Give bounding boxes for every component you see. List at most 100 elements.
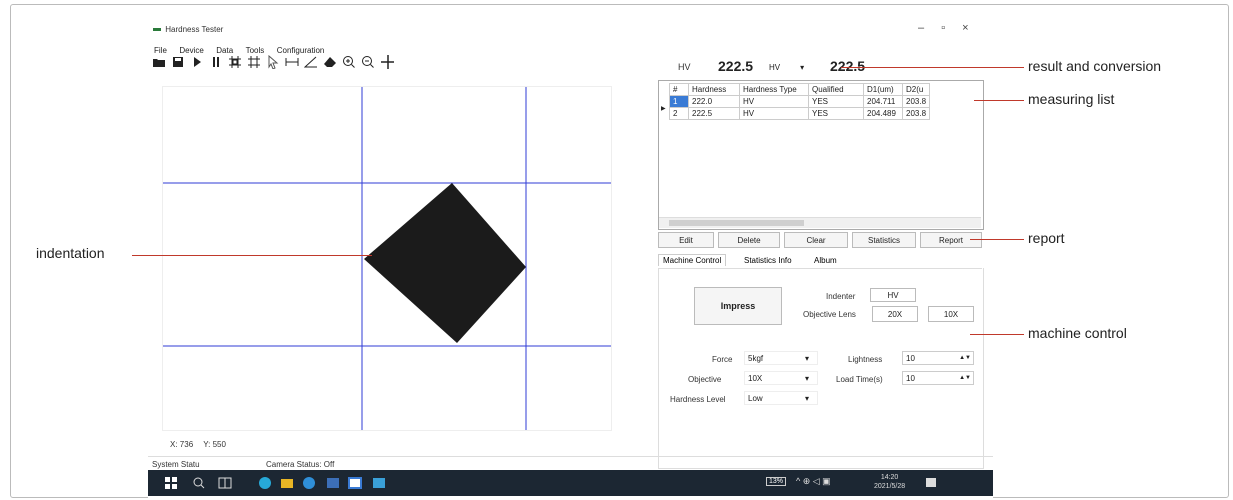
conversion-unit-select[interactable]: HV ▾ (766, 59, 816, 75)
taskbar: 13% ^ ⊕ ◁ ▣ 14:20 2021/5/28 (148, 470, 993, 496)
windows-start-icon[interactable] (164, 476, 178, 490)
indentation-image (163, 87, 611, 430)
scrollbar-thumb[interactable] (669, 220, 804, 226)
menu-configuration[interactable]: Configuration (277, 46, 325, 55)
delete-button[interactable]: Delete (718, 232, 780, 248)
tray-icons[interactable]: ^ ⊕ ◁ ▣ (796, 476, 831, 487)
close-button[interactable]: × (962, 22, 968, 34)
table-cell[interactable]: YES (808, 107, 864, 120)
play-icon[interactable] (190, 55, 204, 69)
crosshair-icon[interactable] (228, 55, 242, 69)
table-cell[interactable]: 1 (669, 95, 689, 108)
impress-button[interactable]: Impress (694, 287, 782, 325)
menu-file[interactable]: File (154, 46, 167, 55)
hardness-level-select[interactable]: Low ▾ (744, 391, 818, 405)
measure-line-icon[interactable] (285, 55, 299, 69)
clock[interactable]: 14:20 2021/5/28 (874, 473, 905, 491)
window-title: Hardness Tester (153, 25, 223, 34)
menu-tools[interactable]: Tools (246, 46, 265, 55)
table-cell[interactable]: HV (739, 107, 809, 120)
objective-lens-label: Objective Lens (803, 310, 856, 319)
spinner-arrows-icon[interactable]: ▲▼ (959, 355, 971, 361)
column-header[interactable]: # (669, 83, 689, 96)
battery-indicator[interactable]: 13% (766, 477, 787, 486)
table-cell[interactable]: HV (739, 95, 809, 108)
hardness-tester-taskbar-icon[interactable] (348, 476, 362, 490)
chevron-down-icon: ▾ (800, 62, 805, 72)
task-view-icon[interactable] (218, 476, 232, 490)
lens-20x-button[interactable]: 20X (872, 306, 918, 322)
callout-line-machine (970, 334, 1024, 335)
tab-statistics-info[interactable]: Statistics Info (744, 256, 792, 265)
column-header[interactable]: D2(u (901, 83, 931, 96)
objective-select[interactable]: 10X ▾ (744, 371, 818, 385)
column-header[interactable]: D1(um) (863, 83, 903, 96)
menu-device[interactable]: Device (179, 46, 203, 55)
table-cell[interactable]: YES (808, 95, 864, 108)
force-label: Force (712, 355, 733, 364)
edit-button[interactable]: Edit (658, 232, 714, 248)
load-time-spinner[interactable]: 10 ▲▼ (902, 371, 974, 385)
spinner-arrows-icon[interactable]: ▲▼ (959, 375, 971, 381)
callout-line-indentation (132, 255, 372, 256)
column-header[interactable]: Hardness (688, 83, 740, 96)
table-cell[interactable]: 203.8 (901, 107, 931, 120)
grid-icon[interactable] (247, 55, 261, 69)
table-cell[interactable]: 204.711 (863, 95, 903, 108)
angle-icon[interactable] (304, 55, 318, 69)
table-header-row: # Hardness Hardness Type Qualified D1(um… (669, 83, 931, 96)
image-viewport[interactable] (162, 86, 612, 431)
tab-machine-control[interactable]: Machine Control (658, 254, 727, 266)
indenter-label: Indenter (826, 292, 856, 301)
zoom-in-icon[interactable] (342, 55, 356, 69)
horizontal-scrollbar[interactable] (659, 217, 981, 228)
app-window-icon[interactable] (326, 476, 340, 490)
app-blue-icon[interactable] (302, 476, 316, 490)
y-value: 550 (212, 440, 226, 449)
app-logo-icon (153, 28, 161, 32)
indenter-value[interactable]: HV (870, 288, 916, 302)
plus-icon[interactable] (380, 55, 394, 69)
notification-icon[interactable] (924, 476, 938, 490)
save-icon[interactable] (171, 55, 185, 69)
chevron-down-icon: ▾ (804, 373, 809, 383)
objective-label: Objective (688, 375, 722, 384)
lightness-spinner[interactable]: 10 ▲▼ (902, 351, 974, 365)
callout-line-report (970, 239, 1024, 240)
measuring-list[interactable]: # Hardness Hardness Type Qualified D1(um… (658, 80, 984, 230)
table-cell[interactable]: 203.8 (901, 95, 931, 108)
column-header[interactable]: Qualified (808, 83, 864, 96)
zoom-out-icon[interactable] (361, 55, 375, 69)
file-explorer-icon[interactable] (280, 476, 294, 490)
maximize-button[interactable]: ▫ (941, 22, 945, 34)
statistics-button[interactable]: Statistics (852, 232, 916, 248)
table-cell[interactable]: 222.0 (688, 95, 740, 108)
table-row[interactable]: 1 222.0 HV YES 204.711 203.8 (669, 95, 931, 108)
table-cell[interactable]: 222.5 (688, 107, 740, 120)
chevron-down-icon: ▾ (804, 353, 809, 363)
cursor-icon[interactable] (266, 55, 280, 69)
result-value: 222.5 (718, 58, 754, 74)
app-photo-icon[interactable] (372, 476, 386, 490)
minimize-button[interactable]: – (918, 22, 924, 34)
coordinate-readout: X: 736 Y: 550 (170, 440, 226, 449)
tab-album[interactable]: Album (814, 256, 837, 265)
search-icon[interactable] (192, 476, 206, 490)
callout-measuring-list: measuring list (1028, 91, 1115, 107)
toolbar (152, 55, 399, 69)
open-folder-icon[interactable] (152, 55, 166, 69)
pause-icon[interactable] (209, 55, 223, 69)
clear-button[interactable]: Clear (784, 232, 848, 248)
eraser-icon[interactable] (323, 55, 337, 69)
table-cell[interactable]: 204.489 (863, 107, 903, 120)
lens-10x-button[interactable]: 10X (928, 306, 974, 322)
camera-status: Camera Status: Off (266, 460, 335, 469)
table-row[interactable]: 2 222.5 HV YES 204.489 203.8 (669, 107, 931, 120)
menu-data[interactable]: Data (216, 46, 233, 55)
callout-report: report (1028, 230, 1065, 246)
column-header[interactable]: Hardness Type (739, 83, 809, 96)
edge-browser-icon[interactable] (258, 476, 272, 490)
table-cell[interactable]: 2 (669, 107, 689, 120)
force-select[interactable]: 5kgf ▾ (744, 351, 818, 365)
report-button[interactable]: Report (920, 232, 982, 248)
